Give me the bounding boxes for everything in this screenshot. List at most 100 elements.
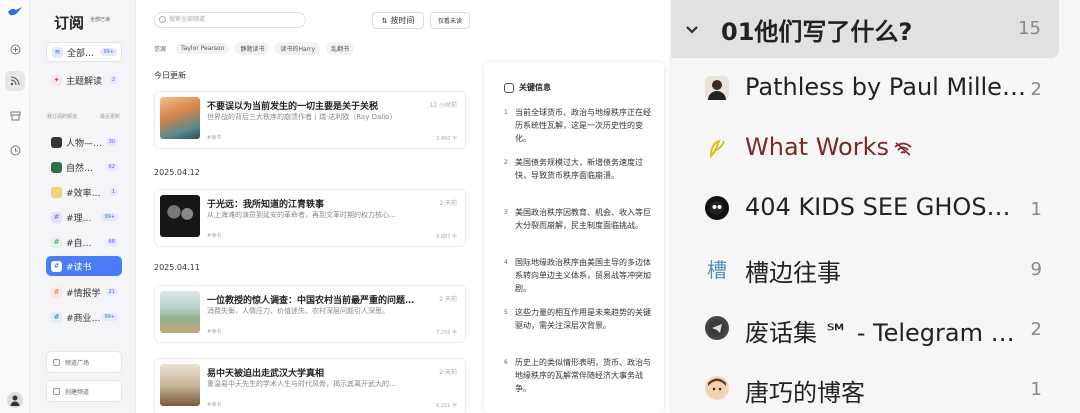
wifi-off-icon: [893, 141, 913, 156]
article-word-count: 9,887 字: [436, 234, 457, 240]
key-point: 2 美国债务规模过大，新增债务速度过快，导致货币秩序面临崩溃。: [504, 156, 654, 182]
panel-header: 关键信息: [504, 82, 551, 93]
article-card[interactable]: 易中天被迫出走武汉大学真相 重温易中天先生的学术人生与时代风骨，揭示其离开武大的…: [154, 358, 466, 413]
folder-header[interactable]: 01他们写了什么? 15: [671, 0, 1059, 58]
folder-title: 01他们写了什么?: [721, 18, 913, 46]
info-icon: [504, 82, 514, 93]
point-text: 美国债务规模过大，新增债务速度过快，导致货币秩序面临崩溃。: [515, 158, 643, 180]
channel-label: 自然…: [66, 163, 94, 174]
feed-row[interactable]: Pathless by Paul Mille… 2: [669, 60, 1080, 120]
folder-list-zoom: 01他们写了什么? 15 Pathless by Paul Mille… 2 W…: [669, 0, 1080, 413]
point-number: 6: [504, 359, 508, 366]
feed-name: Pathless by Paul Mille…: [745, 73, 1026, 101]
app-window: 订阅 全部已读 ≋ 全部… 99+ ✦ 主题解读 2 我订阅的频道 最近更新 人…: [0, 0, 1080, 413]
channel-item[interactable]: # #理… 99+: [46, 207, 122, 227]
unread-count-badge: 21: [105, 288, 118, 296]
archive-icon[interactable]: [8, 109, 22, 123]
article-card[interactable]: 于光远：我所知道的江青轶事 从上海滩的演员到延安的革命者，再到文革时期的权力核心…: [154, 189, 466, 247]
unread-only-button[interactable]: 仅看未读: [430, 12, 470, 29]
unread-count-badge: 99+: [100, 48, 117, 56]
channel-label: #读书: [66, 262, 92, 273]
article-title: 于光远：我所知道的江青轶事: [207, 200, 325, 210]
hash-icon: #: [51, 211, 62, 223]
search-placeholder: 搜索全部频道: [169, 16, 206, 23]
channel-item-selected[interactable]: # #读书: [46, 256, 122, 276]
sidebar-item-label: 主题解读: [66, 76, 103, 87]
source-chip[interactable]: 读书的Harry: [275, 42, 321, 55]
feed-unread-count: 1: [1030, 379, 1042, 400]
source-chip[interactable]: 静题读书: [235, 42, 270, 55]
article-word-count: 7,256 字: [436, 330, 457, 336]
hash-icon: #: [51, 311, 62, 323]
search-input[interactable]: 搜索全部频道: [154, 12, 306, 28]
article-card[interactable]: 不要误以为当前发生的一切主要是关于关税 世界战的背后三大秩序的崩溃作者丨瑞·达利…: [154, 91, 466, 149]
point-text: 历史上的类似情形表明，货币、政治与地缘秩序的瓦解常伴随经济大事务战争。: [515, 358, 651, 393]
sort-recent-button[interactable]: 最近更新: [100, 113, 120, 120]
add-icon[interactable]: [8, 42, 22, 56]
unread-count-badge: 68: [105, 238, 118, 246]
unread-count-badge: 99+: [101, 313, 118, 321]
source-chip[interactable]: Taylor Pearson: [176, 43, 230, 54]
source-chip[interactable]: 乱翻书: [326, 42, 355, 55]
channel-item[interactable]: #效率… 1: [46, 182, 122, 202]
feed-row[interactable]: 唐巧的博客 1: [669, 360, 1080, 413]
feed-row[interactable]: What Works: [669, 120, 1080, 180]
sidebar-item-all[interactable]: ≋ 全部… 99+: [46, 42, 122, 62]
sprout-logo-icon: [705, 136, 729, 160]
article-thumbnail: [160, 97, 200, 139]
article-title: 不要误以为当前发生的一切主要是关于关税: [207, 102, 379, 112]
article-tag: #读书: [207, 233, 222, 239]
feed-unread-count: 2: [1030, 319, 1042, 340]
telegram-logo-icon: [705, 316, 729, 340]
sidebar-item-topic[interactable]: ✦ 主题解读 2: [46, 70, 122, 90]
search-icon: [159, 16, 166, 23]
mark-all-read-button[interactable]: 全部已读: [90, 16, 110, 23]
point-text: 当前全球货币、政治与地缘秩序正在经历系统性瓦解，这是一次历史性的变化。: [515, 108, 651, 143]
chevron-down-icon[interactable]: [685, 20, 699, 39]
rss-icon[interactable]: [5, 71, 25, 91]
subscription-sidebar: 订阅 全部已读 ≋ 全部… 99+ ✦ 主题解读 2 我订阅的频道 最近更新 人…: [30, 0, 136, 413]
feed-name: 唐巧的博客: [745, 379, 865, 407]
point-text: 这些力量的相互作用是未来趋势的关键驱动，需关注深层次背景。: [515, 308, 651, 330]
article-tag: #读书: [207, 329, 222, 335]
button-label: 频道广场: [65, 359, 90, 367]
panel-title: 关键信息: [519, 83, 551, 92]
channel-label: #效率…: [66, 188, 101, 199]
feed-unread-count: 9: [1030, 259, 1042, 280]
channel-item[interactable]: # #情报学 21: [46, 282, 122, 302]
grid-icon: [53, 359, 60, 366]
feed-row[interactable]: 404 KIDS SEE GHOS… 1: [669, 180, 1080, 240]
clock-icon[interactable]: [8, 143, 22, 157]
channel-square-button[interactable]: 频道广场: [46, 351, 122, 373]
button-label: 创建频道: [65, 388, 90, 396]
feed-row[interactable]: 槽 槽边往事 9: [669, 240, 1080, 300]
sort-by-time-button[interactable]: ⇅ 按时间: [372, 12, 424, 29]
article-thumbnail: [160, 195, 200, 237]
article-title: 易中天被迫出走武汉大学真相: [207, 369, 325, 379]
bird-logo-icon[interactable]: [6, 4, 24, 18]
unread-count-badge: 2: [108, 76, 118, 84]
plus-box-icon: [53, 388, 60, 395]
user-avatar[interactable]: [7, 392, 23, 408]
channel-item[interactable]: # #自… 68: [46, 232, 122, 252]
feed-row[interactable]: 废话集 ℠ - Telegram … 2: [669, 300, 1080, 360]
channel-icon: [51, 186, 62, 198]
feed-name: 槽边往事: [745, 259, 841, 287]
channel-item[interactable]: # #商业… 99+: [46, 307, 122, 327]
channel-item[interactable]: 自然… 62: [46, 157, 122, 177]
channel-label: #理…: [66, 213, 92, 224]
key-info-panel: 关键信息 1 当前全球货币、政治与地缘秩序正在经历系统性瓦解，这是一次历史性的变…: [484, 62, 664, 413]
create-channel-button[interactable]: 创建频道: [46, 380, 122, 402]
feed-unread-count: 2: [1030, 79, 1042, 100]
channel-item[interactable]: 人物—… 30: [46, 132, 122, 152]
article-card[interactable]: 一位教授的惊人调查：中国农村当前最严重的问题… 消费失衡、人情压力、价值迷失、农…: [154, 285, 466, 343]
hash-icon: #: [51, 260, 62, 272]
point-text: 美国政治秩序因教育、机会、收入等巨大分裂而崩解，民主制度面临挑战。: [515, 208, 651, 230]
article-summary: 从上海滩的演员到延安的革命者，再到文革时期的权力核心…: [207, 211, 396, 219]
article-word-count: 3,460 字: [436, 136, 457, 142]
channel-label: #自…: [66, 238, 92, 249]
article-time: 2 天前: [439, 369, 457, 376]
key-point: 5 这些力量的相互作用是未来趋势的关键驱动，需关注深层次背景。: [504, 306, 654, 332]
article-thumbnail: [160, 364, 200, 406]
article-title: 一位教授的惊人调查：中国农村当前最严重的问题…: [207, 296, 415, 306]
